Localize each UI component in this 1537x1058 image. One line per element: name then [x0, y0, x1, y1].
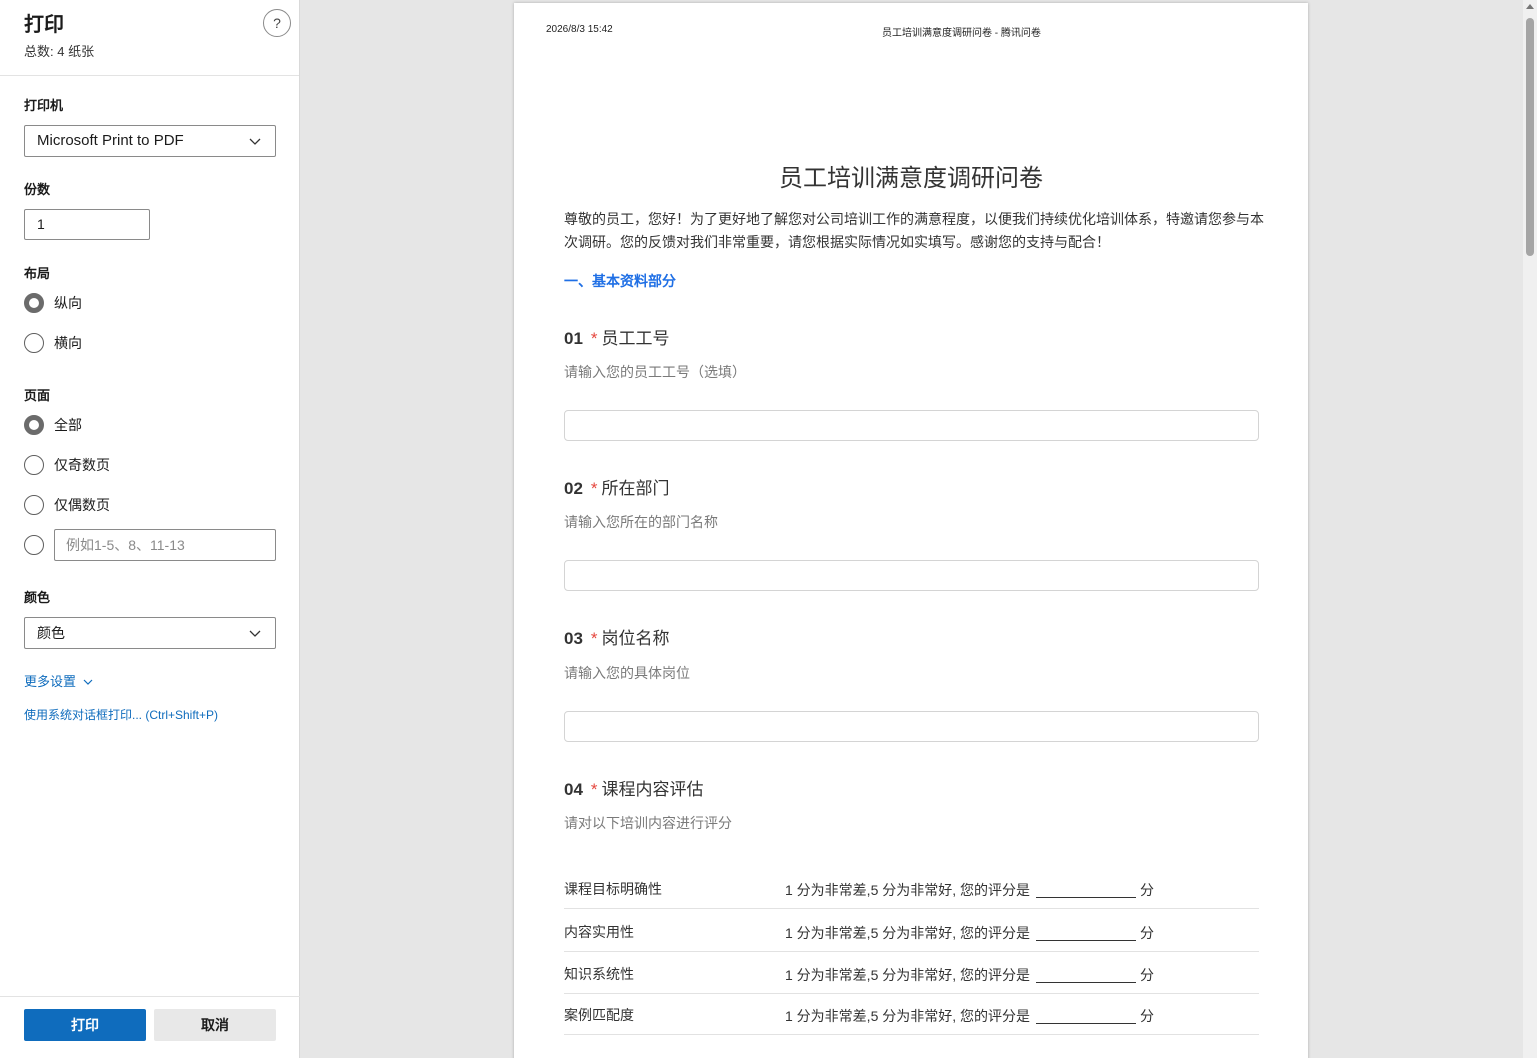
pages-range-input[interactable]: 例如1-5、8、11-13 — [54, 529, 276, 561]
rating-blank-line — [1036, 982, 1136, 983]
question-number: 04 — [564, 780, 583, 799]
rating-blank-line — [1036, 897, 1136, 898]
rating-unit: 分 — [1140, 925, 1154, 941]
color-select-value: 颜色 — [37, 625, 65, 641]
panel-title: 打印 — [24, 14, 64, 36]
rating-row: 内容实用性 1 分为非常差,5 分为非常好, 您的评分是 分 — [564, 910, 1259, 952]
rating-blank-line — [1036, 940, 1136, 941]
question-title: 03 * 岗位名称 — [564, 624, 670, 649]
rating-item-name: 内容实用性 — [564, 924, 634, 940]
survey-title: 员工培训满意度调研问卷 — [779, 165, 1043, 192]
rating-row: 案例匹配度 1 分为非常差,5 分为非常好, 您的评分是 分 — [564, 993, 1259, 1035]
required-mark: * — [590, 780, 598, 799]
chevron-down-icon — [83, 679, 93, 685]
print-button[interactable]: 打印 — [24, 1009, 146, 1041]
copies-label: 份数 — [24, 182, 51, 197]
rating-description: 1 分为非常差,5 分为非常好, 您的评分是 — [785, 925, 1031, 941]
cancel-button[interactable]: 取消 — [154, 1009, 276, 1041]
answer-field — [564, 560, 1259, 591]
question-number: 01 — [564, 329, 583, 348]
layout-landscape-option[interactable]: 横向 — [24, 332, 82, 354]
question-title: 04 * 课程内容评估 — [564, 775, 704, 800]
printer-label: 打印机 — [24, 98, 64, 113]
layout-label: 布局 — [24, 266, 51, 281]
pages-custom-radio[interactable] — [24, 535, 44, 555]
question-title: 02 * 所在部门 — [564, 474, 670, 499]
layout-portrait-option[interactable]: 纵向 — [24, 292, 82, 314]
pages-odd-label: 仅奇数页 — [54, 457, 110, 473]
rating-description: 1 分为非常差,5 分为非常好, 您的评分是 — [785, 967, 1031, 983]
rating-blank-line — [1036, 1023, 1136, 1024]
layout-portrait-label: 纵向 — [54, 295, 82, 311]
rating-unit: 分 — [1140, 1008, 1154, 1024]
question-hint: 请输入您的具体岗位 — [564, 665, 690, 681]
copies-input[interactable]: 1 — [24, 209, 150, 240]
pages-even-radio[interactable] — [24, 495, 44, 515]
rating-description: 1 分为非常差,5 分为非常好, 您的评分是 — [785, 882, 1031, 898]
pages-all-option[interactable]: 全部 — [24, 414, 82, 436]
answer-field — [564, 711, 1259, 742]
rating-row: 课程目标明确性 1 分为非常差,5 分为非常好, 您的评分是 分 — [564, 867, 1259, 909]
question-label: 岗位名称 — [601, 629, 670, 648]
pages-even-option[interactable]: 仅偶数页 — [24, 494, 110, 516]
question-label: 课程内容评估 — [601, 780, 704, 799]
question-number: 02 — [564, 479, 583, 498]
rating-row: 知识系统性 1 分为非常差,5 分为非常好, 您的评分是 分 — [564, 952, 1259, 994]
section-heading: 一、基本资料部分 — [564, 273, 676, 289]
question-title: 01 * 员工工号 — [564, 324, 670, 349]
rating-item-name: 案例匹配度 — [564, 1007, 634, 1023]
pages-all-label: 全部 — [54, 417, 82, 433]
survey-intro: 尊敬的员工，您好！为了更好地了解您对公司培训工作的满意程度，以便我们持续优化培训… — [564, 211, 1264, 250]
print-preview[interactable]: 2026/8/3 15:42 员工培训满意度调研问卷 - 腾讯问卷 员工培训满意… — [301, 0, 1523, 1058]
question-hint: 请对以下培训内容进行评分 — [564, 815, 732, 831]
preview-scrollbar[interactable] — [1523, 0, 1537, 1058]
pages-odd-option[interactable]: 仅奇数页 — [24, 454, 110, 476]
chevron-down-icon — [249, 138, 261, 145]
color-select[interactable]: 颜色 — [24, 617, 276, 649]
layout-landscape-radio[interactable] — [24, 333, 44, 353]
print-settings-panel: 打印 总数: 4 纸张 ? 打印机 Microsoft Print to PDF… — [0, 0, 300, 1058]
pages-even-label: 仅偶数页 — [54, 497, 110, 513]
rating-unit: 分 — [1140, 967, 1154, 983]
layout-portrait-radio[interactable] — [24, 293, 44, 313]
required-mark: * — [590, 629, 598, 648]
page-header-date: 2026/8/3 15:42 — [546, 24, 613, 35]
required-mark: * — [590, 479, 598, 498]
pages-all-radio[interactable] — [24, 415, 44, 435]
printer-select-value: Microsoft Print to PDF — [37, 132, 184, 149]
question-number: 03 — [564, 629, 583, 648]
color-label: 颜色 — [24, 590, 51, 605]
pages-label: 页面 — [24, 388, 51, 403]
chevron-down-icon — [249, 630, 261, 637]
system-dialog-link[interactable]: 使用系统对话框打印... (Ctrl+Shift+P) — [24, 706, 218, 723]
pages-odd-radio[interactable] — [24, 455, 44, 475]
rating-description: 1 分为非常差,5 分为非常好, 您的评分是 — [785, 1008, 1031, 1024]
preview-page: 2026/8/3 15:42 员工培训满意度调研问卷 - 腾讯问卷 员工培训满意… — [514, 3, 1308, 1058]
rating-unit: 分 — [1140, 882, 1154, 898]
question-label: 所在部门 — [601, 479, 670, 498]
printer-select[interactable]: Microsoft Print to PDF — [24, 125, 276, 157]
panel-header: 打印 总数: 4 纸张 ? — [0, 0, 299, 76]
scroll-up-icon[interactable] — [1526, 4, 1534, 9]
answer-field — [564, 410, 1259, 441]
panel-footer: 打印 取消 — [0, 996, 300, 1058]
layout-landscape-label: 横向 — [54, 335, 82, 351]
sheet-count: 总数: 4 纸张 — [24, 44, 95, 59]
help-icon[interactable]: ? — [263, 9, 291, 37]
question-hint: 请输入您的员工工号（选填） — [564, 364, 746, 380]
rating-item-name: 课程目标明确性 — [564, 881, 662, 897]
pages-custom-option[interactable] — [24, 534, 44, 556]
more-settings-label: 更多设置 — [24, 674, 77, 689]
rating-item-name: 知识系统性 — [564, 966, 634, 982]
required-mark: * — [590, 329, 598, 348]
question-label: 员工工号 — [601, 329, 670, 348]
question-hint: 请输入您所在的部门名称 — [564, 514, 718, 530]
more-settings-link[interactable]: 更多设置 — [24, 671, 93, 690]
page-header-title: 员工培训满意度调研问卷 - 腾讯问卷 — [882, 28, 1041, 39]
scrollbar-thumb[interactable] — [1526, 18, 1534, 256]
